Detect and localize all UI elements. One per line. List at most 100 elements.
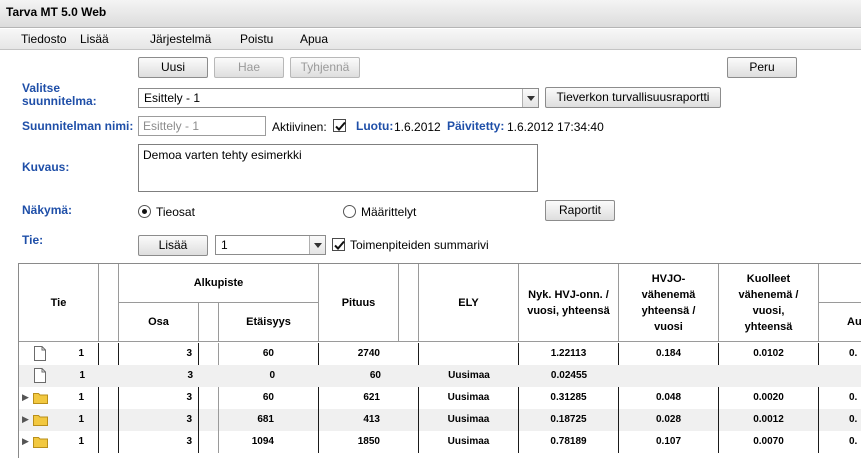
- column-header-road[interactable]: Tie: [19, 264, 99, 342]
- cell-distance: 60: [219, 387, 319, 409]
- cell-distance: 60: [219, 343, 319, 365]
- cancel-button[interactable]: Peru: [727, 57, 797, 78]
- cell-hvj: 1.22113: [519, 343, 619, 365]
- cell-road: 1: [19, 343, 99, 365]
- created-value: 1.6.2012: [394, 120, 441, 134]
- search-button[interactable]: Hae: [214, 57, 284, 78]
- clear-button[interactable]: Tyhjennä: [290, 57, 360, 78]
- cell-next: [819, 365, 861, 387]
- road-select[interactable]: 1: [215, 235, 326, 255]
- cell-hvjo: 0.184: [619, 343, 719, 365]
- table-row[interactable]: 1 3 60 2740 1.22113 0.184 0.0102 0.: [19, 343, 861, 365]
- column-header-length[interactable]: Pituus: [319, 264, 399, 342]
- view-radio-tieosat[interactable]: [138, 205, 151, 218]
- app-title: Tarva MT 5.0 Web: [6, 5, 107, 19]
- cell-deaths: [719, 365, 819, 387]
- menu-apua[interactable]: Apua: [300, 32, 328, 46]
- road-select-value: 1: [221, 238, 228, 252]
- chevron-down-icon[interactable]: [309, 236, 325, 254]
- view-option-tieosat: Tieosat: [156, 205, 195, 219]
- cell-hvjo: 0.048: [619, 387, 719, 409]
- cell-spacer: [199, 431, 219, 453]
- plan-name-field[interactable]: Esittely - 1: [138, 116, 266, 136]
- cell-length: 1850: [319, 431, 419, 453]
- cell-hvj: 0.02455: [550, 370, 588, 381]
- checkmark-icon: [334, 240, 345, 250]
- menu-jarjestelma[interactable]: Järjestelmä: [150, 32, 211, 46]
- description-label: Kuvaus:: [22, 160, 70, 174]
- column-header-spacer: [199, 303, 219, 342]
- cell-part: 3: [187, 370, 193, 381]
- cell-spacer: [99, 387, 119, 409]
- menu-poistu[interactable]: Poistu: [240, 32, 273, 46]
- table-row[interactable]: ▶ 1 3 681 413 Uusimaa 0.18725 0.028 0.00…: [19, 409, 861, 431]
- description-field[interactable]: Demoa varten tehty esimerkki: [138, 144, 538, 192]
- reports-button[interactable]: Raportit: [545, 200, 615, 221]
- cell-distance: 0: [269, 370, 275, 381]
- cell-ely: Uusimaa: [419, 431, 519, 453]
- cell-hvjo: 0.107: [619, 431, 719, 453]
- cell-next: 0.: [849, 414, 858, 425]
- view-label: Näkymä:: [22, 203, 73, 217]
- column-header-start-point: Alkupiste: [119, 264, 319, 303]
- cell-ely: Uusimaa: [448, 370, 490, 381]
- cell-distance: 1094: [219, 431, 319, 453]
- column-header-deaths[interactable]: Kuolleet vähenemä / vuosi, yhteensä: [719, 264, 819, 342]
- cell-deaths: 0.0012: [719, 409, 819, 431]
- table-row[interactable]: 1 3 0 60 Uusimaa 0.02455: [19, 365, 861, 387]
- cell-spacer: [199, 409, 219, 431]
- table-row[interactable]: ▶ 1 3 60 621 Uusimaa 0.31285 0.048 0.002…: [19, 387, 861, 409]
- summary-row-label: Toimenpiteiden summarivi: [350, 238, 489, 252]
- menu-tiedosto[interactable]: Tiedosto: [21, 32, 67, 46]
- plan-select-label: Valitse suunnitelma:: [22, 81, 97, 108]
- plan-select[interactable]: Esittely - 1: [138, 88, 539, 108]
- cell-hvj: 0.78189: [519, 431, 619, 453]
- cell-ely: Uusimaa: [419, 387, 519, 409]
- cell-hvjo: [619, 365, 719, 387]
- cell-road: 1: [79, 370, 85, 381]
- cell-part: 3: [119, 343, 199, 365]
- created-label: Luotu:: [356, 119, 394, 133]
- active-checkbox[interactable]: [333, 119, 346, 132]
- column-header-part[interactable]: Osa: [119, 303, 199, 342]
- column-header-hvj[interactable]: Nyk. HVJ-onn. / vuosi, yhteensä: [519, 264, 619, 342]
- cell-next: 0.: [849, 348, 858, 359]
- cell-hvj: 0.31285: [519, 387, 619, 409]
- summary-row-checkbox[interactable]: [332, 238, 345, 251]
- table-row[interactable]: ▶ 1 3 1094 1850 Uusimaa 0.78189 0.107 0.…: [19, 431, 861, 453]
- cell-part: 3: [119, 431, 199, 453]
- column-header-distance[interactable]: Etäisyys: [219, 303, 319, 342]
- view-option-maarittelyt: Määrittelyt: [361, 205, 417, 219]
- cell-hvj: 0.18725: [519, 409, 619, 431]
- column-header-next[interactable]: Au: [819, 303, 861, 342]
- cell-length: 621: [319, 387, 419, 409]
- cell-part: 3: [119, 409, 199, 431]
- updated-label: Päivitetty:: [447, 119, 505, 133]
- cell-part: 3: [119, 387, 199, 409]
- cell-spacer: [99, 409, 119, 431]
- column-header-spacer: [99, 264, 119, 342]
- column-header-ely[interactable]: ELY: [419, 264, 519, 342]
- view-radio-maarittelyt[interactable]: [343, 205, 356, 218]
- cell-length: 2740: [319, 343, 419, 365]
- cell-deaths: 0.0020: [719, 387, 819, 409]
- cell-deaths: 0.0102: [719, 343, 819, 365]
- cell-distance: 681: [219, 409, 319, 431]
- road-label: Tie:: [22, 233, 44, 247]
- cell-road: 1: [19, 409, 99, 431]
- column-header-hvjo[interactable]: HVJO-vähenemä yhteensä / vuosi: [619, 264, 719, 342]
- cell-next: 0.: [849, 436, 858, 447]
- new-button[interactable]: Uusi: [138, 57, 208, 78]
- cell-hvjo: 0.028: [619, 409, 719, 431]
- chevron-down-icon[interactable]: [522, 89, 538, 107]
- add-road-button[interactable]: Lisää: [138, 235, 208, 256]
- safety-report-button[interactable]: Tieverkon turvallisuusraportti: [545, 87, 721, 108]
- road-sections-table: Tie Alkupiste Osa Etäisyys Pituus ELY Ny…: [18, 263, 861, 458]
- cell-road: 1: [19, 387, 99, 409]
- plan-select-value: Esittely - 1: [144, 91, 201, 105]
- column-header-group-next: [819, 264, 861, 303]
- updated-value: 1.6.2012 17:34:40: [507, 120, 604, 134]
- menu-lisaa[interactable]: Lisää: [80, 32, 109, 46]
- plan-name-label: Suunnitelman nimi:: [22, 119, 134, 133]
- menu-bar: Tiedosto Lisää Järjestelmä Poistu Apua: [0, 29, 861, 50]
